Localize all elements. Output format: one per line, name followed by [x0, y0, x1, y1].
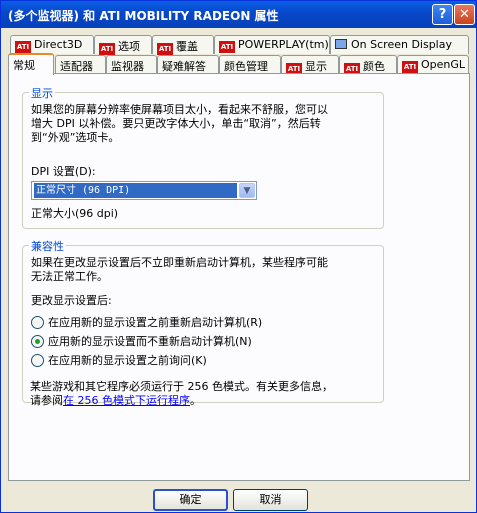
tab-label: 选项: [118, 40, 140, 53]
help-button[interactable]: ?: [432, 4, 453, 25]
window-title: (多个监视器) 和 ATI MOBILITY RADEON 属性: [8, 9, 279, 23]
cancel-button[interactable]: 取消: [233, 489, 308, 511]
tab-display[interactable]: ATI 显示: [281, 55, 339, 75]
tab-direct3d[interactable]: ATI Direct3D: [10, 35, 94, 54]
tab-color-management[interactable]: 颜色管理: [219, 55, 281, 74]
256-color-note-suffix: 。: [190, 394, 201, 407]
after-change-label: 更改显示设置后:: [31, 294, 112, 307]
256-color-note-line1: 某些游戏和其它程序必须运行于 256 色模式。有关更多信息，: [30, 380, 333, 393]
tab-troubleshoot[interactable]: 疑难解答: [157, 55, 219, 74]
256-color-note-line2: 请参阅在 256 色模式下运行程序。: [30, 394, 201, 408]
restart-before-apply-radio[interactable]: [31, 316, 44, 329]
display-description-line1: 如果您的屏幕分辨率使屏幕项目太小，看起来不舒服，您可以: [31, 103, 328, 116]
tab-powerplay[interactable]: ATI POWERPLAY(tm): [214, 35, 330, 54]
ati-logo-icon: ATI: [157, 43, 173, 55]
ask-before-apply-radio[interactable]: [31, 354, 44, 367]
ati-logo-icon: ATI: [99, 43, 115, 55]
tab-label: 监视器: [111, 60, 144, 73]
dpi-selected-value: 正常尺寸 (96 DPI): [34, 183, 237, 198]
compatibility-group-legend: 兼容性: [29, 238, 66, 254]
ati-logo-icon: ATI: [402, 61, 418, 73]
tab-opengl[interactable]: ATI OpenGL: [397, 55, 469, 74]
restart-before-apply-label[interactable]: 在应用新的显示设置之前重新启动计算机(R): [48, 316, 262, 330]
tab-color[interactable]: ATI 颜色: [339, 55, 397, 75]
tab-monitor[interactable]: 监视器: [106, 55, 157, 74]
ati-logo-icon: ATI: [219, 41, 235, 53]
close-button[interactable]: ✕: [454, 4, 475, 25]
tab-adapter[interactable]: 适配器: [55, 55, 106, 74]
tab-label: OpenGL: [421, 58, 466, 71]
tab-label: 疑难解答: [162, 60, 206, 73]
256-color-mode-link[interactable]: 在 256 色模式下运行程序: [63, 394, 190, 407]
dpi-setting-select[interactable]: 正常尺寸 (96 DPI) ▼: [31, 181, 257, 200]
tab-label: 覆盖: [176, 40, 198, 53]
ok-button[interactable]: 确定: [153, 489, 228, 511]
tab-label: 颜色: [363, 60, 385, 73]
compatibility-description-line2: 无法正常工作。: [31, 270, 108, 283]
tab-on-screen-display[interactable]: On Screen Display: [330, 35, 469, 54]
display-group-legend: 显示: [29, 85, 55, 101]
ati-logo-icon: ATI: [15, 41, 31, 53]
tab-label: 颜色管理: [224, 60, 268, 73]
tab-options[interactable]: ATI 选项: [94, 35, 152, 55]
tab-label: Direct3D: [34, 38, 83, 51]
compatibility-description-line1: 如果在更改显示设置后不立即重新启动计算机，某些程序可能: [31, 256, 328, 269]
dpi-caption: 正常大小(96 dpi): [31, 207, 119, 220]
title-bar[interactable]: (多个监视器) 和 ATI MOBILITY RADEON 属性 ? ✕: [1, 1, 476, 28]
tab-label: On Screen Display: [351, 38, 452, 51]
apply-without-restart-radio[interactable]: [31, 335, 44, 348]
properties-dialog: (多个监视器) 和 ATI MOBILITY RADEON 属性 ? ✕ ATI…: [0, 0, 477, 513]
tab-label: 常规: [13, 59, 35, 72]
dpi-setting-label: DPI 设置(D):: [31, 165, 96, 178]
tab-general[interactable]: 常规: [8, 53, 54, 75]
ask-before-apply-label[interactable]: 在应用新的显示设置之前询问(K): [48, 354, 207, 368]
general-tab-panel: 显示 如果您的屏幕分辨率使屏幕项目太小，看起来不舒服，您可以 增大 DPI 以补…: [8, 73, 470, 481]
chevron-down-icon[interactable]: ▼: [239, 183, 255, 198]
tab-label: POWERPLAY(tm): [238, 38, 329, 51]
tab-label: 显示: [305, 60, 327, 73]
display-group: 显示 如果您的屏幕分辨率使屏幕项目太小，看起来不舒服，您可以 增大 DPI 以补…: [22, 85, 384, 229]
display-description-line3: 到“外观”选项卡。: [31, 131, 120, 144]
display-description-line2: 增大 DPI 以补偿。要只更改字体大小，单击“取消”，然后转: [31, 117, 321, 130]
tab-label: 适配器: [60, 60, 93, 73]
tab-overlay[interactable]: ATI 覆盖: [152, 35, 214, 55]
256-color-note-prefix: 请参阅: [30, 394, 63, 407]
apply-without-restart-label[interactable]: 应用新的显示设置而不重新启动计算机(N): [48, 335, 252, 349]
monitor-icon: [335, 39, 347, 49]
